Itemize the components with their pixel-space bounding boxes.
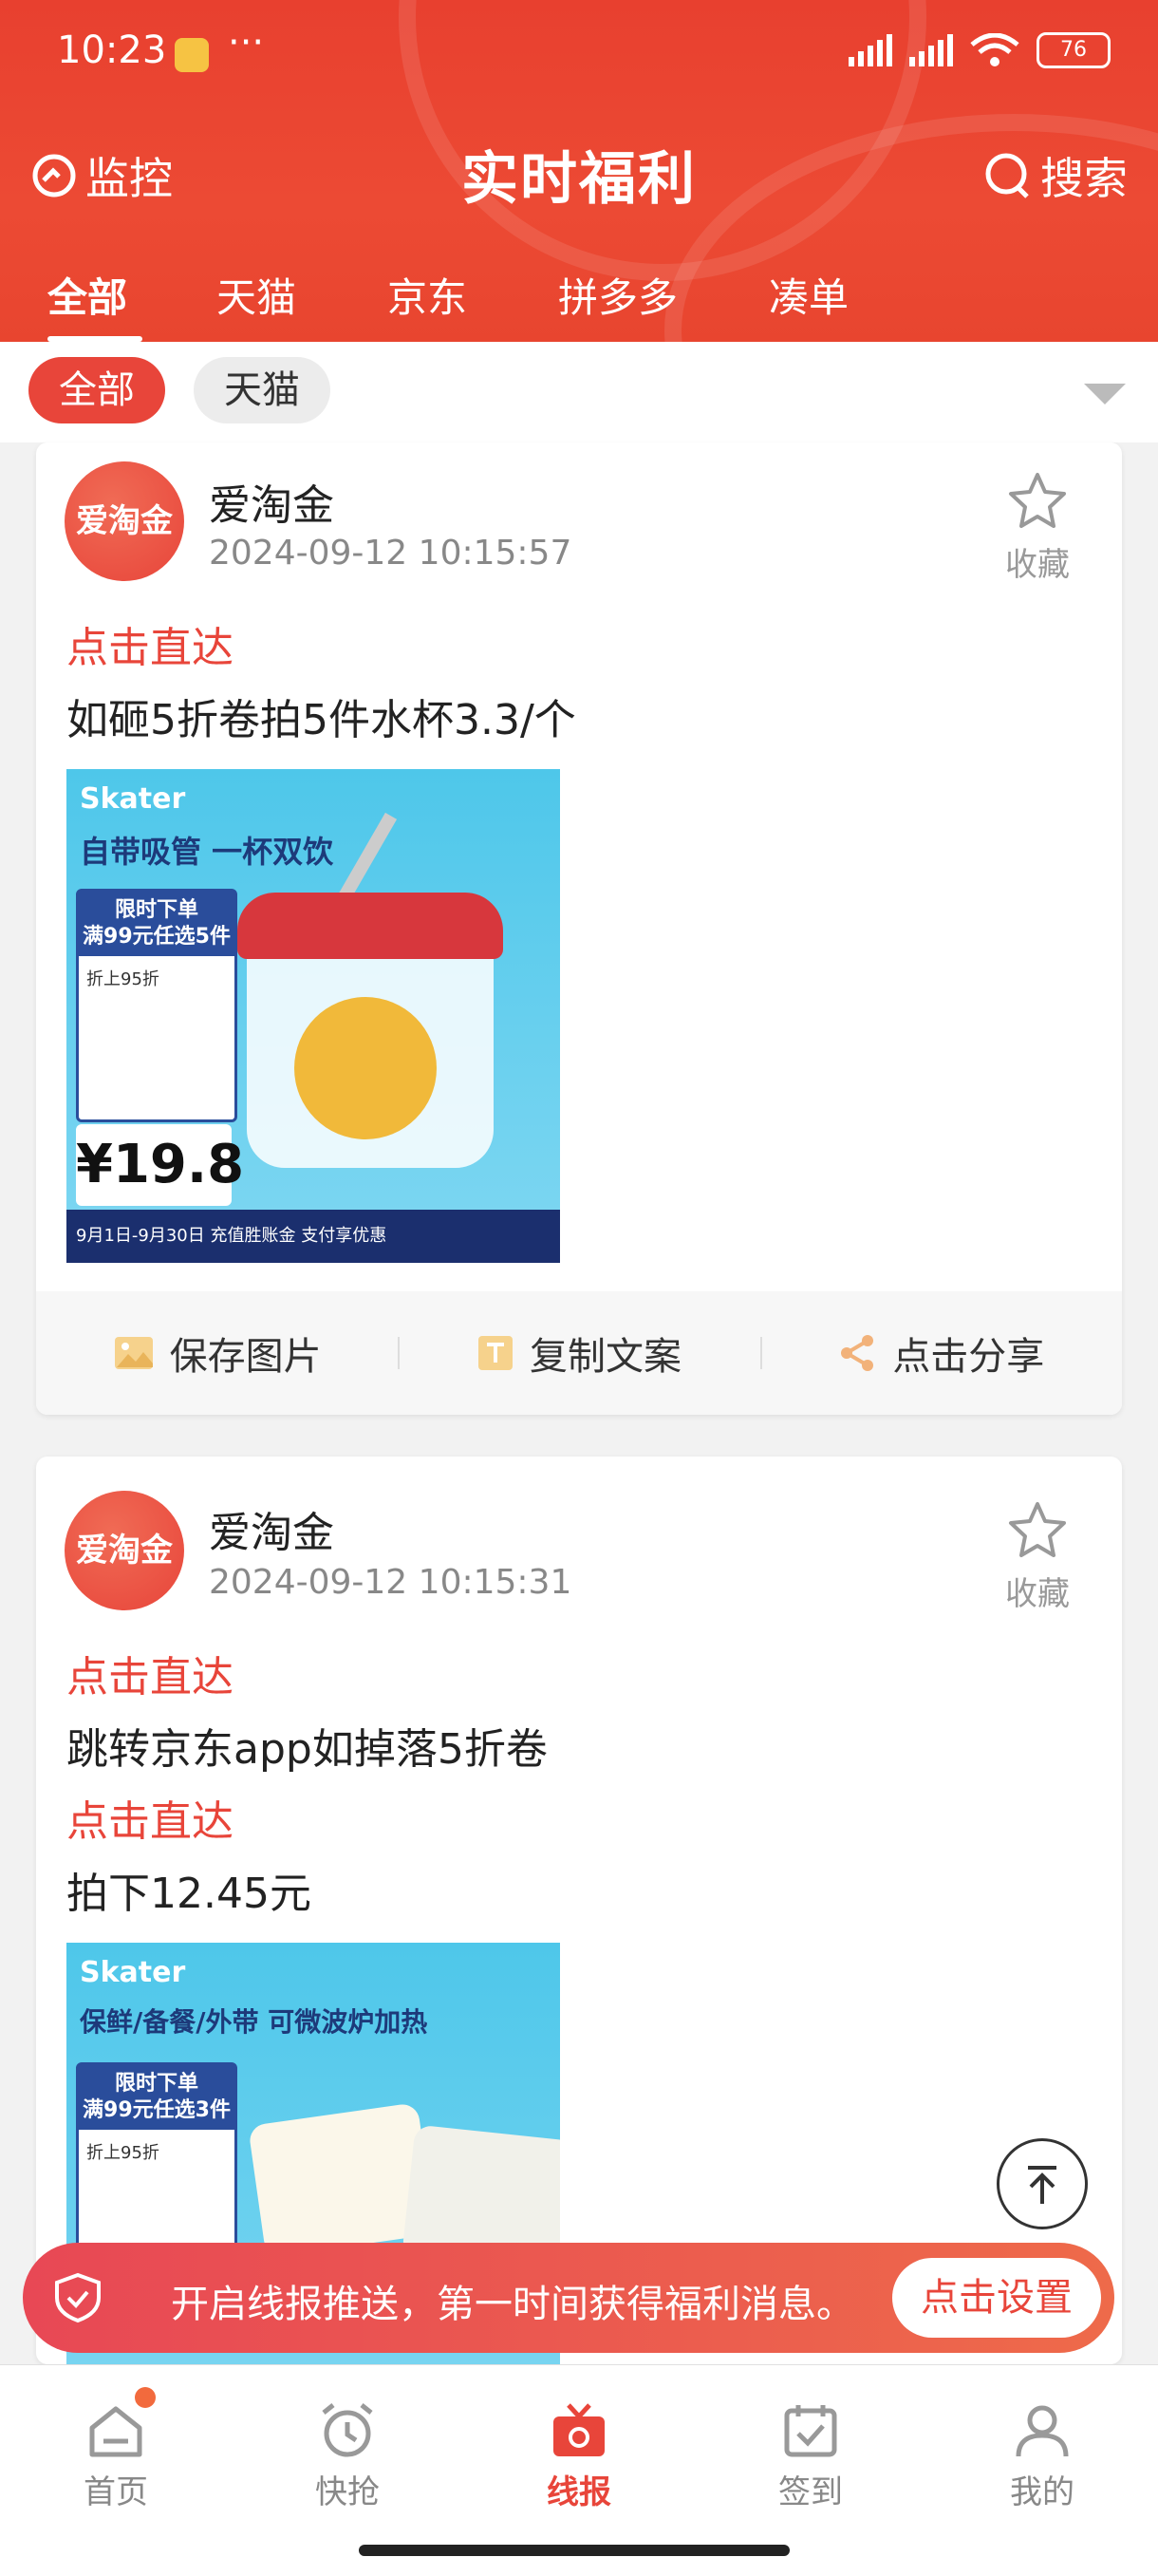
post-card: 爱淘金 爱淘金 2024-09-12 10:15:57 收藏 点击直达 如砸5折… (36, 442, 1122, 1415)
banner-text: 开启线报推送，第一时间获得福利消息。 (171, 2283, 854, 2326)
avatar: 爱淘金 (65, 1491, 184, 1610)
more-notifications-icon: ··· (228, 21, 265, 65)
direct-link[interactable]: 点击直达 (66, 1787, 233, 1848)
image-promo-sub: 折上95折 (86, 969, 159, 989)
cup-lid-graphic (237, 893, 503, 959)
product-image[interactable]: Skater 自带吸管 一杯双饮 限时下单 满99元任选5件 折上95折 ¥19… (66, 769, 560, 1263)
app-header: 10:23 ··· 76 实时福利 监控 搜索 全部 天猫 京东 拼多多 凑单 (0, 0, 1158, 342)
expand-filter-icon[interactable] (1084, 384, 1126, 404)
tab-pdd[interactable]: 拼多多 (558, 266, 678, 324)
search-icon (985, 153, 1029, 198)
favorite-button[interactable]: 收藏 (995, 1500, 1080, 1614)
tab-all[interactable]: 全部 (47, 266, 127, 324)
post-author: 爱淘金 (209, 481, 334, 530)
nav-mine-label: 我的 (1010, 2473, 1074, 2511)
signal-icon (849, 34, 892, 66)
direct-link[interactable]: 点击直达 (66, 613, 233, 674)
arrow-up-icon (1028, 2166, 1056, 2204)
image-headline: 自带吸管 一杯双饮 (80, 834, 334, 870)
nav-deals-label: 线报 (547, 2473, 611, 2511)
image-promo-title: 限时下单 满99元任选3件 (79, 2065, 234, 2130)
scroll-top-button[interactable] (997, 2138, 1088, 2229)
top-nav: 实时福利 监控 搜索 (0, 133, 1158, 213)
nav-checkin-label: 签到 (778, 2473, 843, 2511)
notification-dot (135, 2387, 156, 2408)
nav-flash[interactable]: 快抢 (281, 2399, 414, 2512)
post-actions: 保存图片 复制文案 点击分享 (36, 1291, 1122, 1415)
image-icon (114, 1337, 153, 1369)
nav-home-label: 首页 (84, 2473, 148, 2511)
nav-home[interactable]: 首页 (49, 2399, 182, 2512)
image-promo-box: 限时下单 满99元任选5件 折上95折 (76, 889, 237, 1122)
chip-all[interactable]: 全部 (28, 357, 165, 423)
text-copy-icon (477, 1336, 513, 1370)
user-icon (1016, 2405, 1069, 2457)
share-button[interactable]: 点击分享 (759, 1326, 1122, 1381)
nav-mine[interactable]: 我的 (976, 2399, 1109, 2512)
post-text: 如砸5折卷拍5件水杯3.3/个 (66, 696, 576, 744)
image-price: ¥19.8 (76, 1124, 244, 1206)
status-time: 10:23 (57, 28, 167, 72)
star-icon (1009, 473, 1066, 528)
favorite-label: 收藏 (1005, 1575, 1070, 1613)
favorite-button[interactable]: 收藏 (995, 471, 1080, 585)
gift-box-icon (553, 2403, 605, 2456)
image-headline: 保鲜/备餐/外带 可微波炉加热 (80, 2006, 428, 2038)
search-label: 搜索 (1040, 153, 1128, 204)
enable-push-button[interactable]: 点击设置 (892, 2258, 1101, 2338)
avatar: 爱淘金 (65, 461, 184, 581)
wifi-icon (970, 33, 1019, 66)
monitor-button[interactable]: 监控 (30, 144, 173, 207)
post-text: 拍下12.45元 (66, 1870, 311, 1918)
nav-checkin[interactable]: 签到 (744, 2399, 877, 2512)
copy-text-button[interactable]: 复制文案 (398, 1326, 759, 1381)
image-promo-title: 限时下单 满99元任选5件 (79, 892, 234, 956)
post-card: 爱淘金 爱淘金 2024-09-12 10:15:31 收藏 点击直达 跳转京东… (36, 1457, 1122, 2364)
image-brand: Skater (80, 782, 186, 816)
post-time: 2024-09-12 10:15:31 (209, 1563, 572, 1602)
tiger-graphic (294, 997, 437, 1139)
calendar-check-icon (784, 2405, 837, 2457)
nav-deals[interactable]: 线报 (513, 2399, 645, 2512)
save-image-button[interactable]: 保存图片 (36, 1326, 398, 1381)
status-bar: 10:23 ··· 76 (0, 0, 1158, 114)
home-icon (89, 2406, 142, 2457)
copy-text-label: 复制文案 (529, 1335, 682, 1379)
image-brand: Skater (80, 1956, 186, 1989)
alarm-clock-icon (322, 2403, 373, 2457)
direct-link[interactable]: 点击直达 (66, 1643, 233, 1703)
signal-icon (909, 34, 953, 66)
tab-tmall[interactable]: 天猫 (216, 266, 296, 324)
status-icons: 76 (849, 32, 1111, 68)
chip-tmall[interactable]: 天猫 (194, 357, 330, 423)
post-text: 跳转京东app如掉落5折卷 (66, 1725, 548, 1774)
post-time: 2024-09-12 10:15:57 (209, 534, 572, 573)
tab-bundle[interactable]: 凑单 (769, 266, 849, 324)
star-icon (1009, 1502, 1066, 1557)
image-promo-sub: 折上95折 (86, 2143, 159, 2163)
save-image-label: 保存图片 (169, 1335, 322, 1379)
favorite-label: 收藏 (1005, 546, 1070, 584)
push-notification-banner: 开启线报推送，第一时间获得福利消息。 点击设置 (23, 2243, 1114, 2353)
shield-check-icon (55, 2272, 101, 2323)
post-author: 爱淘金 (209, 1509, 334, 1557)
image-footer: 9月1日-9月30日 充值胜账金 支付享优惠 (66, 1210, 560, 1263)
notification-app-icon (175, 38, 209, 72)
monitor-icon (32, 154, 76, 197)
category-tabs: 全部 天猫 京东 拼多多 凑单 (0, 256, 1158, 342)
share-label: 点击分享 (892, 1335, 1045, 1379)
nav-flash-label: 快抢 (315, 2473, 380, 2511)
battery-indicator: 76 (1037, 32, 1111, 68)
tab-jd[interactable]: 京东 (387, 266, 467, 324)
share-icon (841, 1335, 874, 1371)
filter-bar: 全部 天猫 (0, 342, 1158, 442)
monitor-label: 监控 (85, 153, 173, 204)
home-indicator[interactable] (359, 2545, 790, 2556)
search-button[interactable]: 搜索 (983, 144, 1128, 207)
